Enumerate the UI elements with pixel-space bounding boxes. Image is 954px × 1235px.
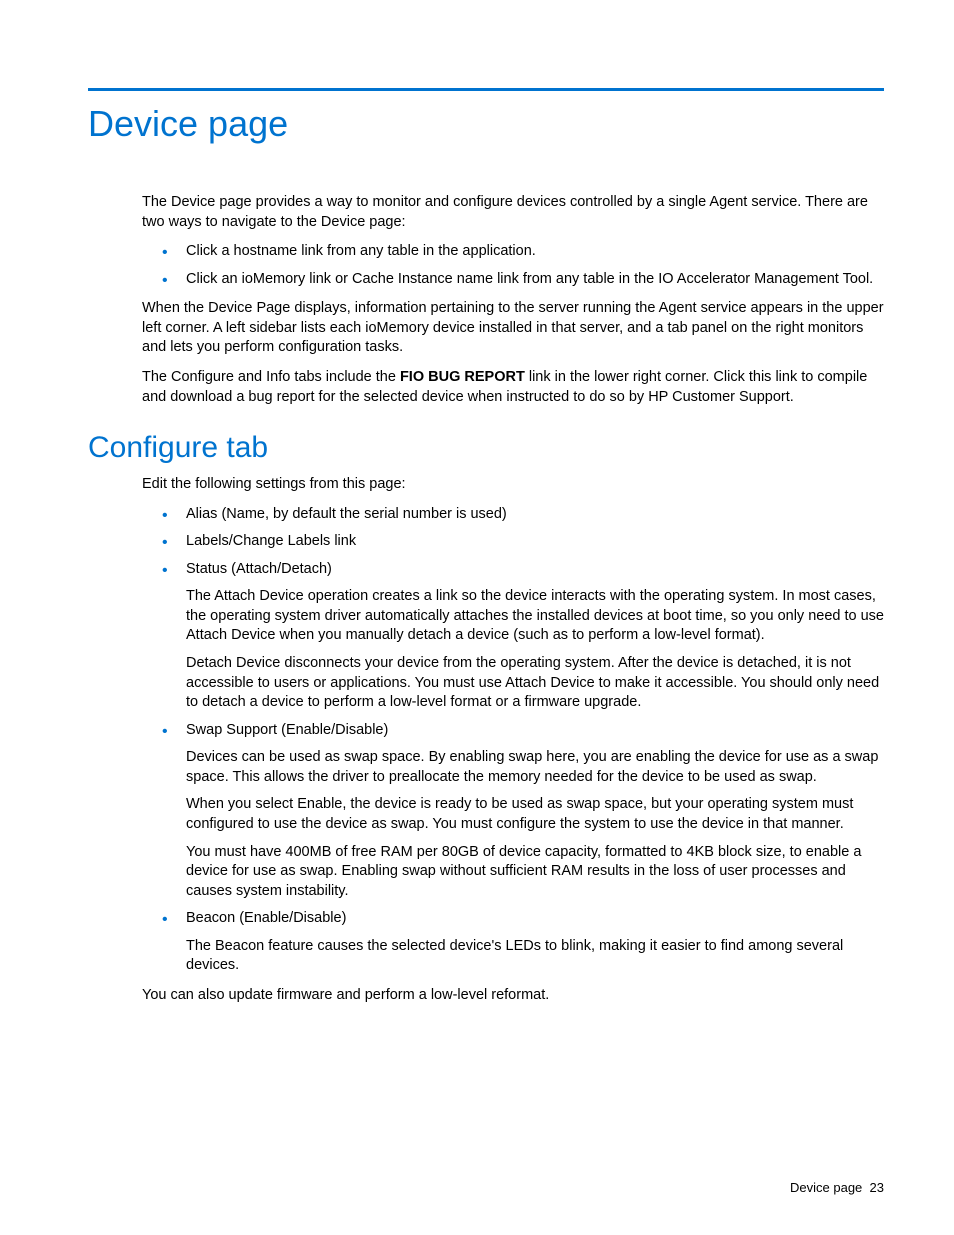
configure-body: Edit the following settings from this pa… (142, 475, 884, 1005)
config-item-labels: Labels/Change Labels link (142, 532, 884, 552)
intro-bullet-list: Click a hostname link from any table in … (142, 242, 884, 289)
configure-outro: You can also update firmware and perform… (142, 986, 884, 1006)
body-column: The Device page provides a way to monito… (142, 193, 884, 407)
intro-paragraph-1: The Device page provides a way to monito… (142, 193, 884, 232)
config-swap-p3: You must have 400MB of free RAM per 80GB… (186, 843, 884, 902)
config-swap-p1: Devices can be used as swap space. By en… (186, 748, 884, 787)
config-status-p1: The Attach Device operation creates a li… (186, 587, 884, 646)
intro-paragraph-3: The Configure and Info tabs include the … (142, 368, 884, 407)
page-footer: Device page 23 (790, 1180, 884, 1195)
config-swap-p2: When you select Enable, the device is re… (186, 795, 884, 834)
configure-list: Alias (Name, by default the serial numbe… (142, 505, 884, 976)
config-beacon-head: Beacon (Enable/Disable) (186, 910, 346, 926)
page-title: Device page (88, 103, 884, 145)
footer-section-label: Device page (790, 1180, 862, 1195)
configure-intro: Edit the following settings from this pa… (142, 475, 884, 495)
fio-bug-report-label: FIO BUG REPORT (400, 369, 525, 385)
config-swap-head: Swap Support (Enable/Disable) (186, 722, 388, 738)
intro-p3-pre: The Configure and Info tabs include the (142, 369, 400, 385)
config-beacon-p1: The Beacon feature causes the selected d… (186, 937, 884, 976)
intro-bullet-1: Click a hostname link from any table in … (142, 242, 884, 262)
config-item-alias: Alias (Name, by default the serial numbe… (142, 505, 884, 525)
config-status-head: Status (Attach/Detach) (186, 561, 332, 577)
section-configure-title: Configure tab (88, 431, 884, 465)
config-item-beacon: Beacon (Enable/Disable) The Beacon featu… (142, 909, 884, 976)
footer-page-number: 23 (870, 1180, 884, 1195)
intro-paragraph-2: When the Device Page displays, informati… (142, 299, 884, 358)
config-status-p2: Detach Device disconnects your device fr… (186, 654, 884, 713)
config-item-status: Status (Attach/Detach) The Attach Device… (142, 560, 884, 713)
document-page: Device page The Device page provides a w… (0, 0, 954, 1235)
intro-bullet-2: Click an ioMemory link or Cache Instance… (142, 270, 884, 290)
config-item-swap: Swap Support (Enable/Disable) Devices ca… (142, 721, 884, 902)
top-rule (88, 88, 884, 91)
